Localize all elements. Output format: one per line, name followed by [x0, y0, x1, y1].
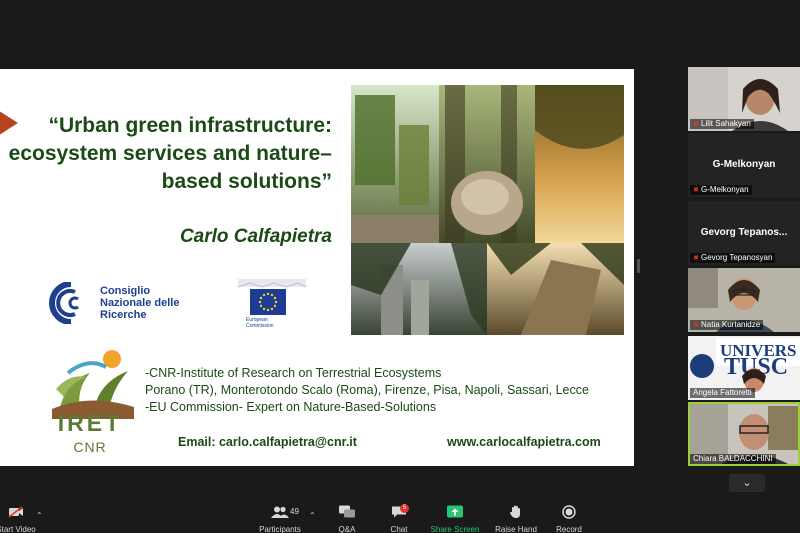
contact-email: Email: carlo.calfapietra@cnr.it — [178, 435, 357, 449]
chat-button[interactable]: Chat — [384, 496, 414, 533]
chevron-down-icon: ⌄ — [742, 477, 752, 489]
muted-mic-icon: ✖ — [693, 255, 699, 262]
participants-options-caret-icon[interactable]: ⌃ — [309, 511, 316, 520]
cnr-line2: Nazionale delle — [100, 297, 180, 309]
participant-name: ✖ Lilit Sahakyan — [690, 119, 754, 129]
record-button[interactable]: Record — [552, 496, 586, 533]
participant-tile-active-speaker[interactable]: Chiara BALDACCHINI — [688, 402, 800, 466]
record-label: Record — [556, 525, 582, 533]
iret-subtitle: CNR — [73, 439, 107, 455]
participant-tile[interactable]: Gevorg Tepanos... ✖ Gevorg Tepanosyan — [688, 201, 800, 265]
slide-title-line3: based solutions” — [161, 170, 332, 193]
raise-hand-label: Raise Hand — [495, 525, 537, 533]
meeting-window: “Urban green infrastructure: ecosystem s… — [0, 0, 800, 533]
participant-name: ✖ Gevorg Tepanosyan — [690, 253, 776, 263]
share-screen-label: Share Screen — [430, 525, 480, 533]
participant-tile[interactable]: G-Melkonyan ✖ G-Melkonyan — [688, 133, 800, 197]
slide-title-line1: “Urban green infrastructure: — [48, 114, 332, 137]
participant-name: Chiara BALDACCHINI — [690, 454, 776, 464]
participant-name: ✖ Natia Kurtanidze — [690, 320, 764, 330]
chat-unread-badge: 5 — [400, 504, 409, 513]
contact-website: www.carlocalfapietra.com — [447, 435, 601, 449]
qa-button[interactable]: Q&A — [332, 496, 362, 533]
share-screen-button[interactable]: Share Screen — [430, 496, 480, 533]
start-video-label: Start Video — [0, 525, 36, 533]
raise-hand-icon — [510, 505, 520, 518]
raise-hand-button[interactable]: Raise Hand — [494, 496, 538, 533]
participant-tile[interactable]: ✖ Lilit Sahakyan — [688, 67, 800, 131]
inst-line3: -EU Commission- Expert on Nature-Based-S… — [145, 400, 437, 414]
eu-commission-logo: European Commission — [232, 277, 312, 331]
participant-name: Angela Fattoretti — [690, 388, 755, 398]
cnr-logo: Consiglio Nazionale delle Ricerche — [46, 281, 179, 325]
cnr-emblem-icon — [46, 281, 96, 325]
photo-collage-image — [351, 85, 624, 335]
participant-display-name: G-Melkonyan — [712, 159, 776, 170]
qa-label: Q&A — [338, 525, 356, 533]
cnr-line1: Consiglio — [100, 285, 151, 297]
qa-icon — [339, 505, 355, 518]
shared-slide: “Urban green infrastructure: ecosystem s… — [0, 69, 634, 466]
slide-author: Carlo Calfapietra — [179, 226, 332, 247]
slide-title: “Urban green infrastructure: ecosystem s… — [0, 112, 332, 196]
photo-collage — [351, 85, 624, 335]
participant-name: ✖ G-Melkonyan — [690, 185, 752, 195]
record-icon — [562, 505, 576, 519]
inst-line2: Porano (TR), Monterotondo Scalo (Roma), … — [145, 383, 589, 397]
eu-flag-icon — [250, 289, 286, 315]
start-video-button[interactable]: Start Video — [0, 496, 38, 533]
eu-caption-line2: Commission — [246, 323, 274, 329]
eu-caption: European Commission — [246, 317, 306, 329]
cnr-name: Consiglio Nazionale delle Ricerche — [100, 285, 179, 321]
iret-wordmark: IRET — [57, 410, 123, 436]
participants-label: Participants — [259, 525, 301, 533]
gallery-next-page-button[interactable]: ⌄ — [729, 474, 765, 492]
participants-count: 49 — [290, 507, 299, 516]
institution-info: -CNR-Institute of Research on Terrestria… — [145, 365, 589, 416]
muted-mic-icon: ✖ — [693, 322, 699, 329]
inst-line1: -CNR-Institute of Research on Terrestria… — [145, 366, 442, 380]
muted-mic-icon: ✖ — [693, 121, 699, 128]
video-off-icon — [8, 506, 23, 518]
participants-icon — [271, 506, 289, 518]
share-screen-icon — [447, 505, 463, 518]
meeting-toolbar: Start Video ⌃ Participants 49 ⌃ Q&A Chat — [0, 496, 800, 533]
participant-tile[interactable]: UNIVERS TUSC Angela Fattoretti — [688, 336, 800, 400]
muted-mic-icon: ✖ — [693, 187, 699, 194]
slide-title-line2: ecosystem services and nature– — [8, 142, 332, 165]
participant-display-name: Gevorg Tepanos... — [700, 227, 788, 238]
video-options-caret-icon[interactable]: ⌃ — [36, 511, 43, 520]
panel-splitter-handle[interactable] — [637, 259, 640, 273]
cnr-line3: Ricerche — [100, 309, 147, 321]
chat-label: Chat — [390, 525, 408, 533]
participant-tile[interactable]: ✖ Natia Kurtanidze — [688, 268, 800, 332]
